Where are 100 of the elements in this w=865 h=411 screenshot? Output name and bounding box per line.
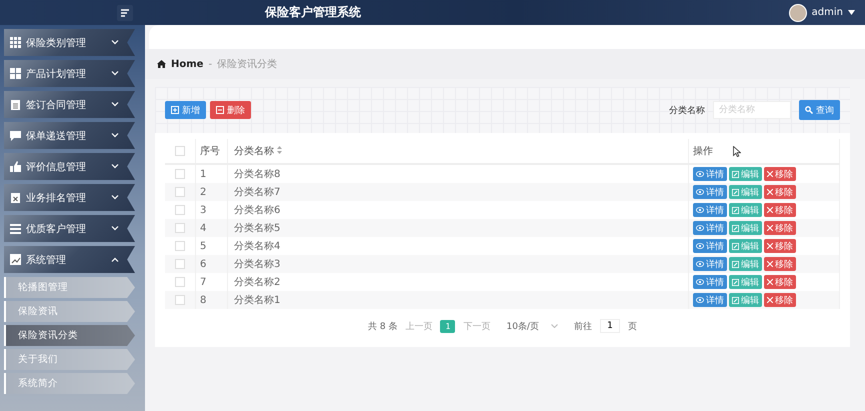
home-icon (157, 60, 166, 68)
view-button[interactable]: 详情 (693, 221, 727, 235)
table-cell: 分类名称3 (228, 255, 688, 273)
table-cell: 2 (196, 183, 228, 201)
goto-page-field[interactable]: 1 (600, 319, 620, 333)
goto-label: 前往 (574, 320, 592, 332)
menu-item[interactable]: 优质客户管理 (4, 215, 135, 242)
edit-icon (732, 206, 739, 214)
close-icon (767, 243, 773, 249)
menu-icon-list (10, 223, 21, 234)
checkbox[interactable] (175, 146, 185, 156)
submenu-item[interactable]: 保险资讯 (4, 301, 135, 322)
submenu-item[interactable]: 关于我们 (4, 349, 135, 370)
breadcrumb-separator: - (208, 58, 212, 70)
remove-button[interactable]: 移除 (764, 167, 796, 181)
view-button[interactable]: 详情 (693, 167, 727, 181)
column-header[interactable]: 分类名称 (234, 146, 274, 157)
view-button[interactable]: 详情 (693, 293, 727, 307)
query-button[interactable]: 查询 (799, 100, 840, 120)
menu-item[interactable]: 评价信息管理 (4, 153, 135, 180)
edit-icon (732, 278, 739, 286)
next-page-button[interactable]: 下一页 (463, 320, 490, 332)
menu-icon-tiles (10, 68, 21, 79)
remove-button[interactable]: 移除 (764, 221, 796, 235)
view-button[interactable]: 详情 (693, 275, 727, 289)
checkbox[interactable] (175, 222, 185, 233)
edit-button[interactable]: 编辑 (729, 239, 762, 253)
remove-button[interactable]: 移除 (764, 239, 796, 253)
edit-button[interactable]: 编辑 (729, 293, 762, 307)
checkbox[interactable] (175, 186, 185, 197)
view-button[interactable]: 详情 (693, 185, 727, 199)
remove-button[interactable]: 移除 (764, 185, 796, 199)
edit-button[interactable]: 编辑 (729, 167, 762, 181)
close-icon (767, 225, 773, 231)
remove-button[interactable]: 移除 (764, 257, 796, 271)
total-count: 共 8 条 (368, 320, 398, 332)
view-button[interactable]: 详情 (693, 203, 727, 217)
edit-icon (732, 242, 739, 250)
table-cell: 6 (196, 255, 228, 273)
view-button[interactable]: 详情 (693, 239, 727, 253)
checkbox[interactable] (175, 204, 185, 215)
menu-item[interactable]: 业务排名管理 (4, 184, 135, 211)
table-cell: 4 (196, 219, 228, 237)
eye-icon (696, 261, 704, 267)
submenu-item[interactable]: 系统简介 (4, 373, 135, 394)
edit-button[interactable]: 编辑 (729, 185, 762, 199)
breadcrumb-link[interactable]: Home (171, 58, 204, 70)
minus-square-icon (216, 106, 224, 114)
view-button[interactable]: 详情 (693, 257, 727, 271)
remove-button[interactable]: 移除 (764, 275, 796, 289)
eye-icon (696, 189, 704, 195)
menu-item[interactable]: 系统管理 (4, 246, 135, 273)
checkbox[interactable] (175, 276, 185, 287)
eye-icon (696, 243, 704, 249)
delete-button[interactable]: 删除 (210, 101, 251, 119)
eye-icon (696, 297, 704, 303)
page-button[interactable]: 1 (440, 320, 456, 332)
menu-item[interactable]: 签订合同管理 (4, 91, 135, 118)
menu-icon-comment (10, 130, 21, 141)
prev-page-button[interactable]: 上一页 (405, 320, 432, 332)
edit-icon (732, 170, 739, 178)
edit-button[interactable]: 编辑 (729, 203, 762, 217)
menu-icon-badge (10, 192, 21, 203)
menu-item[interactable]: 保险类别管理 (4, 29, 135, 56)
page-suffix: 页 (628, 320, 637, 332)
add-button[interactable]: 新增 (165, 101, 206, 119)
checkbox[interactable] (175, 240, 185, 251)
plus-square-icon (171, 106, 179, 114)
search-icon (805, 106, 813, 114)
eye-icon (696, 279, 704, 285)
close-icon (767, 171, 773, 177)
menu-icon-thumb (10, 161, 21, 172)
username[interactable]: admin (812, 7, 843, 18)
menu-item[interactable]: 产品计划管理 (4, 60, 135, 87)
menu-item[interactable]: 保单递送管理 (4, 122, 135, 149)
submenu-item[interactable]: 轮播图管理 (4, 277, 135, 298)
edit-icon (732, 188, 739, 196)
page-size-select[interactable]: 10条/页 (506, 320, 558, 332)
remove-button[interactable]: 移除 (764, 203, 796, 217)
avatar[interactable] (788, 4, 807, 22)
menu-icon[interactable] (117, 4, 133, 20)
checkbox[interactable] (175, 294, 185, 305)
remove-button[interactable]: 移除 (764, 293, 796, 307)
search-label: 分类名称 (669, 104, 705, 116)
sort-icon[interactable] (277, 146, 282, 154)
table-cell: 分类名称5 (228, 219, 688, 237)
column-header: 序号 (196, 139, 228, 164)
close-icon (767, 279, 773, 285)
close-icon (767, 261, 773, 267)
table-cell: 分类名称1 (228, 291, 688, 309)
cursor-icon (733, 146, 741, 157)
submenu-item[interactable]: 保险资讯分类 (4, 325, 135, 346)
caret-icon[interactable] (848, 10, 855, 15)
checkbox[interactable] (175, 168, 185, 179)
chevron-down-icon (550, 324, 558, 328)
edit-button[interactable]: 编辑 (729, 221, 762, 235)
edit-button[interactable]: 编辑 (729, 257, 762, 271)
checkbox[interactable] (175, 258, 185, 269)
edit-button[interactable]: 编辑 (729, 275, 762, 289)
edit-icon (732, 296, 739, 304)
